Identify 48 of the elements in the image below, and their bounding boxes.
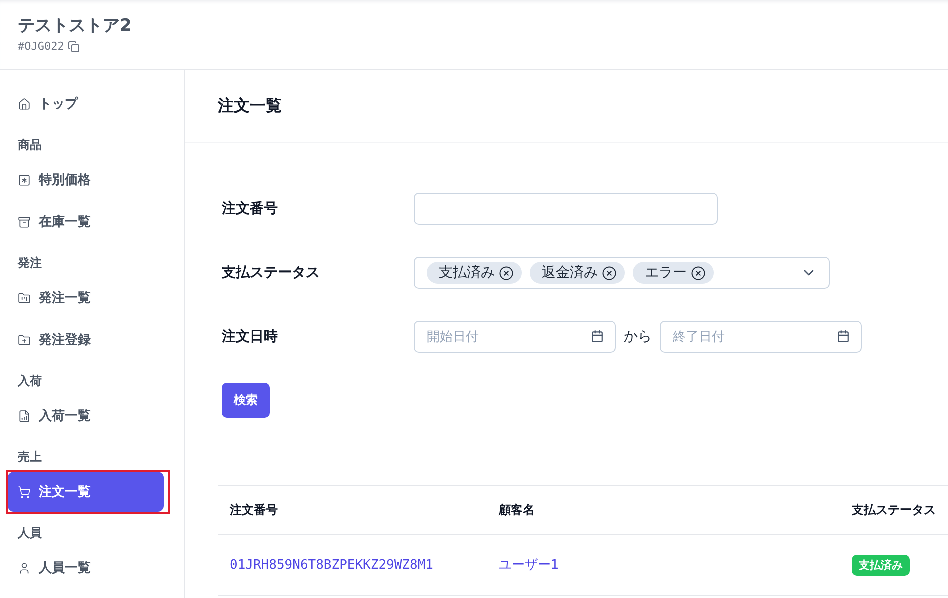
remove-icon[interactable] [499,266,514,280]
column-header: 支払ステータス [840,486,948,534]
archive-icon [18,216,31,228]
user-icon [18,562,31,574]
store-code: #OJG022 [18,40,64,53]
sidebar-section-label: 商品 [17,137,43,154]
square-icon [18,174,31,186]
sidebar-section-label: 発注 [16,255,43,272]
status-chip: 返金済み [530,262,625,284]
folder-plus-icon [18,334,31,346]
home-icon [18,98,31,110]
sidebar-item[interactable]: 発注一覧 [8,278,164,318]
status-badge: 支払済み [852,554,910,576]
start-date-field[interactable]: 開始日付 [414,321,616,353]
sidebar-item[interactable]: 発注登録 [8,320,164,360]
copy-icon[interactable] [68,40,80,52]
sidebar-item[interactable]: トップ [8,84,164,124]
range-separator: から [624,328,652,346]
status-select[interactable]: 支払済み 返金済み エラー [414,257,830,289]
status-chip: エラー [633,262,714,284]
file-chart-icon [18,410,31,422]
order-number-input[interactable] [414,193,718,225]
status-chip: 支払済み [427,262,522,284]
sidebar-item[interactable]: 入荷一覧 [8,396,164,436]
sidebar-item[interactable]: 在庫一覧 [8,202,164,242]
sidebar-item[interactable]: 人員一覧 [8,548,164,588]
search-button[interactable]: 検索 [222,383,270,418]
sidebar-item[interactable]: 注文一覧 [8,472,164,512]
sidebar-section-label: 売上 [17,449,43,466]
field-label: 支払ステータス [222,264,321,282]
column-header: 注文番号 [218,486,487,534]
column-header: 顧客名 [486,486,840,534]
customer-link[interactable]: ユーザー1 [498,558,560,573]
folder-icon [18,292,31,304]
remove-icon[interactable] [691,266,706,280]
order-number-link[interactable]: 01JRH859N6T8BZPEKKZ29WZ8M1 [230,558,434,572]
remove-icon[interactable] [602,266,617,280]
end-date-field[interactable]: 終了日付 [660,321,862,353]
store-name: テストストア2 [18,15,133,37]
sidebar-item[interactable]: 特別価格 [8,160,164,200]
page-title: 注文一覧 [218,96,282,116]
calendar-icon[interactable] [591,330,604,343]
calendar-icon[interactable] [837,330,850,343]
cart-icon [18,486,31,498]
sidebar-section-label: 入荷 [17,373,43,390]
field-label: 注文日時 [222,328,279,346]
sidebar-section-label: 人員 [17,525,43,542]
field-label: 注文番号 [222,200,279,218]
